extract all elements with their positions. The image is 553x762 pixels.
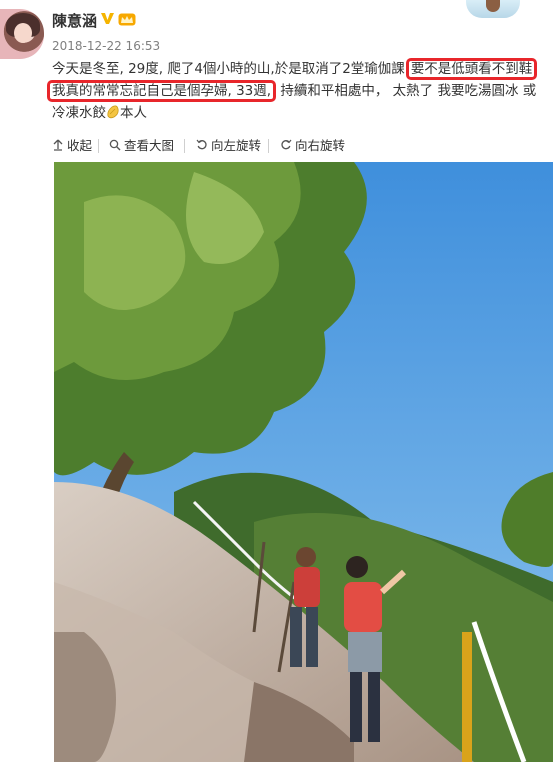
- collapse-button[interactable]: 收起: [52, 136, 92, 156]
- post-text-segment: 持續和平相處中， 太熱了 我要吃湯圓冰 或: [280, 83, 537, 99]
- arrow-up-icon: [53, 139, 63, 151]
- view-large-button[interactable]: 查看大图: [109, 136, 174, 156]
- divider: [98, 139, 99, 153]
- crown-icon[interactable]: [118, 13, 136, 26]
- divider: [268, 139, 269, 153]
- post-text-segment: 今天是冬至, 29度, 爬了4個小時的山,於是取消了2堂瑜伽課: [52, 61, 405, 77]
- rotate-left-button[interactable]: 向左旋转: [196, 136, 261, 156]
- post-text-line-1: 今天是冬至, 29度, 爬了4個小時的山,於是取消了2堂瑜伽課 要不是低頭看不到鞋: [52, 58, 538, 80]
- corner-avatar[interactable]: [466, 0, 520, 18]
- rotate-right-label: 向右旋转: [295, 138, 346, 153]
- post-text-line-2: 我真的常常忘記自己是個孕婦, 33週, 持續和平相處中， 太熱了 我要吃湯圓冰 …: [47, 80, 537, 102]
- verified-v-icon: [101, 13, 114, 24]
- avatar[interactable]: [0, 9, 44, 59]
- view-large-label: 查看大图: [124, 138, 175, 153]
- rotate-right-button[interactable]: 向右旋转: [280, 136, 345, 156]
- post-text-segment: 本人: [120, 105, 147, 121]
- highlighted-text: 要不是低頭看不到鞋: [405, 58, 538, 80]
- hiking-photo-illustration: [54, 162, 553, 762]
- rotate-right-icon: [281, 139, 292, 150]
- avatar-face: [14, 23, 32, 43]
- divider: [184, 139, 185, 153]
- collapse-label: 收起: [67, 138, 93, 153]
- post-text-segment: 冷凍水餃: [52, 105, 106, 121]
- rotate-left-icon: [196, 139, 207, 150]
- user-name[interactable]: 陳意涵: [52, 10, 97, 31]
- magnifier-icon: [109, 139, 121, 151]
- rotate-left-label: 向左旋转: [211, 138, 262, 153]
- highlighted-text: 我真的常常忘記自己是個孕婦, 33週,: [47, 80, 277, 102]
- post-text-line-3: 冷凍水餃 本人: [52, 102, 147, 124]
- dumpling-emoji-icon: [107, 105, 119, 119]
- post-timestamp[interactable]: 2018-12-22 16:53: [52, 39, 160, 53]
- post-photo[interactable]: [54, 162, 553, 762]
